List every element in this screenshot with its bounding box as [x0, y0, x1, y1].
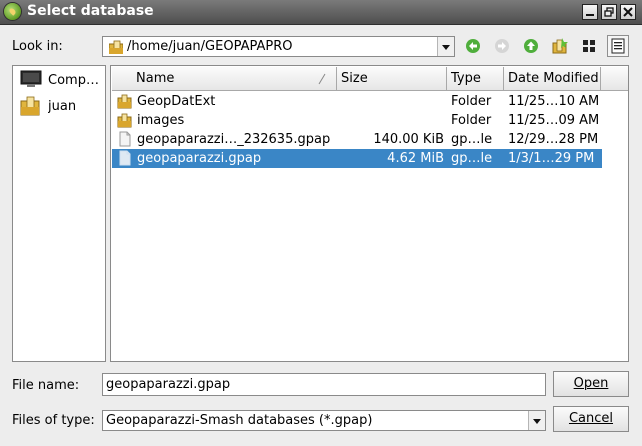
column-label: Type [451, 71, 481, 86]
minimize-button[interactable] [582, 4, 598, 20]
back-arrow-icon [466, 39, 480, 53]
file-date: 12/29…28 PM [508, 132, 599, 147]
sidebar-item-label: juan [48, 99, 77, 114]
cancel-button-label: Cancel [568, 411, 614, 426]
file-name: images [137, 113, 185, 128]
file-type-combo[interactable]: Geopaparazzi-Smash databases (*.gpap) [102, 410, 546, 431]
computer-icon [20, 70, 42, 87]
chevron-down-icon[interactable] [528, 411, 545, 430]
column-label: Date Modified [508, 71, 599, 86]
parent-directory-button[interactable] [520, 35, 542, 57]
file-name-input[interactable] [106, 377, 536, 392]
sidebar-item-computer[interactable]: Comp… [19, 69, 103, 91]
title-bar[interactable]: Select database [0, 0, 642, 25]
open-button-label: Open [573, 376, 609, 391]
column-label: Size [341, 71, 368, 86]
file-type: gp…le [451, 132, 493, 147]
folder-icon [109, 40, 123, 54]
look-in-label: Look in: [12, 39, 63, 54]
file-list[interactable]: Name Size Type Date Modified GeopDatExt F… [110, 65, 629, 362]
column-header-type[interactable]: Type [447, 67, 504, 91]
look-in-combo[interactable]: /home/juan/GEOPAPAPRO [102, 36, 455, 57]
file-name: geopaparazzi.gpap [137, 151, 262, 166]
new-folder-icon [552, 38, 568, 54]
column-header-filler [601, 67, 628, 91]
folder-icon [117, 112, 133, 132]
folder-icon [20, 96, 40, 116]
folder-icon [117, 93, 133, 113]
file-row[interactable]: images Folder 11/25…09 AM [112, 111, 602, 130]
file-date: 11/25…09 AM [508, 113, 600, 128]
detail-view-icon [611, 38, 625, 54]
file-size: 140.00 KiB [373, 132, 444, 147]
file-type: gp…le [451, 151, 493, 166]
up-arrow-icon [524, 39, 538, 53]
places-sidebar: Comp… juan [12, 65, 106, 362]
restore-button[interactable] [601, 4, 617, 20]
column-header-size[interactable]: Size [337, 67, 447, 91]
forward-button[interactable] [491, 35, 513, 57]
file-row[interactable]: geopaparazzi…_232635.gpap 140.00 KiB gp…le… [112, 130, 602, 149]
column-header-name[interactable]: Name [112, 67, 337, 91]
sort-indicator-icon [318, 73, 326, 85]
window-title: Select database [27, 3, 154, 19]
look-in-path: /home/juan/GEOPAPAPRO [127, 39, 293, 54]
file-name: geopaparazzi…_232635.gpap [137, 132, 331, 147]
column-header-date[interactable]: Date Modified [504, 67, 601, 91]
file-icon [117, 131, 133, 151]
open-button[interactable]: Open [553, 371, 629, 397]
chevron-down-icon[interactable] [437, 37, 454, 56]
sidebar-item-juan[interactable]: juan [19, 95, 103, 117]
file-size: 4.62 MiB [387, 151, 444, 166]
new-folder-button[interactable] [549, 35, 571, 57]
file-row[interactable]: geopaparazzi.gpap 4.62 MiB gp…le 1/3/1…29 P… [112, 149, 602, 168]
file-name-label: File name: [12, 378, 80, 393]
file-type-value: Geopaparazzi-Smash databases (*.gpap) [106, 413, 373, 428]
icon-view-icon [583, 40, 595, 52]
file-name-field[interactable] [102, 373, 546, 396]
file-type: Folder [451, 113, 492, 128]
forward-arrow-icon [495, 39, 509, 53]
detail-view-button[interactable] [607, 35, 629, 57]
back-button[interactable] [462, 35, 484, 57]
file-date: 11/25…10 AM [508, 94, 600, 109]
file-name: GeopDatExt [137, 94, 216, 109]
file-type: Folder [451, 94, 492, 109]
file-type-label: Files of type: [12, 413, 95, 428]
cancel-button[interactable]: Cancel [553, 406, 629, 432]
list-view-button[interactable] [578, 35, 600, 57]
app-logo-icon [4, 3, 21, 20]
file-row[interactable]: GeopDatExt Folder 11/25…10 AM [112, 92, 602, 111]
close-button[interactable] [620, 4, 636, 20]
file-date: 1/3/1…29 PM [508, 151, 595, 166]
sidebar-item-label: Comp… [48, 73, 99, 88]
file-icon [117, 150, 133, 170]
column-label: Name [136, 71, 175, 86]
